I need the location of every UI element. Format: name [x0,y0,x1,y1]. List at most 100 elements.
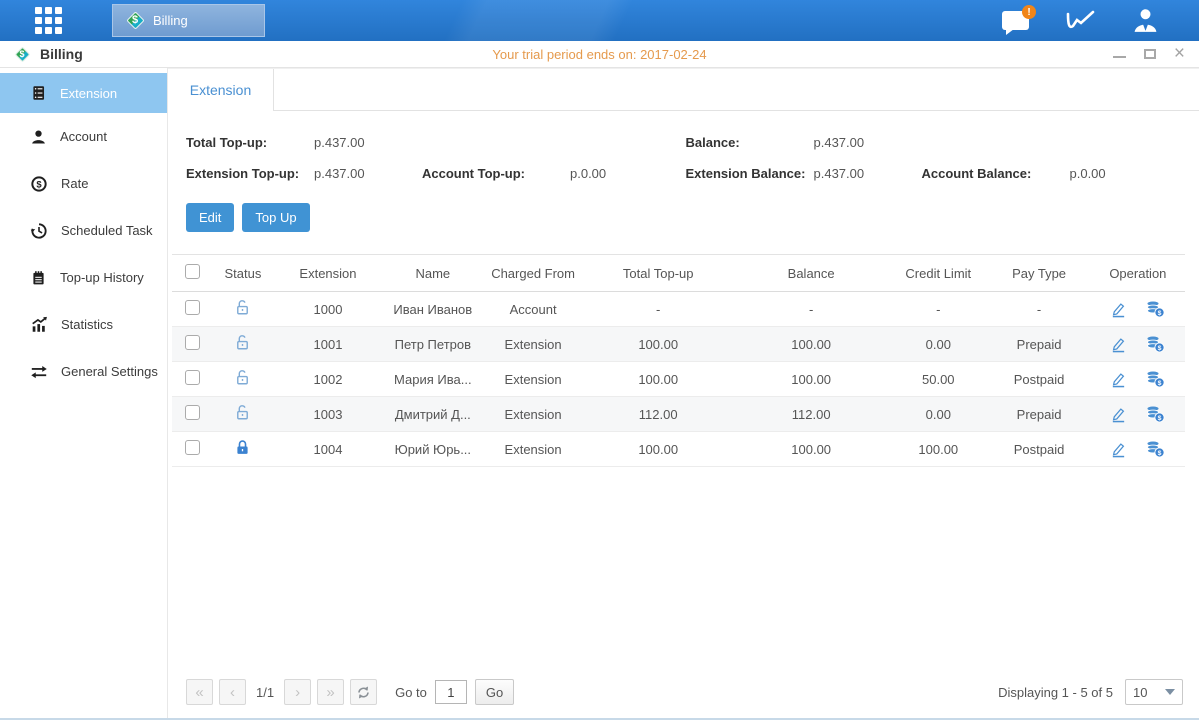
col-balance: Balance [733,255,889,292]
top-up-icon[interactable]: $ [1145,335,1165,353]
row-checkbox[interactable] [185,300,200,315]
next-page-button[interactable]: › [284,679,311,705]
refresh-button[interactable] [350,679,377,705]
notifications-icon[interactable]: ! [1002,11,1029,30]
balance-cell: 100.00 [733,327,889,362]
credit-limit-cell: 50.00 [889,362,987,397]
total-topup-value: p.437.00 [314,127,422,158]
edit-icon[interactable] [1110,370,1127,388]
sidebar-item-topup-history[interactable]: Top-up History [0,254,167,301]
sidebar-item-extension[interactable]: Extension [0,73,167,113]
pay-type-cell: - [987,292,1090,327]
reports-chart-icon[interactable] [1065,8,1096,34]
notification-badge: ! [1022,5,1036,19]
person-icon [1132,7,1159,34]
sidebar-item-scheduled-task[interactable]: Scheduled Task [0,207,167,254]
tab-extension[interactable]: Extension [168,69,274,111]
status-cell [213,397,274,432]
table-row: 1000 Иван Иванов Account - - - - $ [172,292,1185,327]
sidebar-item-label: Scheduled Task [61,223,153,238]
last-page-button[interactable]: » [317,679,344,705]
charged-from-cell: Extension [483,432,583,467]
trial-notice: Your trial period ends on: 2017-02-24 [0,47,1199,62]
taskbar-tab-label: Billing [153,13,188,28]
top-up-icon[interactable]: $ [1145,300,1165,318]
balance-cell: 112.00 [733,397,889,432]
total-topup-cell: 112.00 [583,397,733,432]
top-up-icon[interactable]: $ [1145,405,1165,423]
svg-text:$: $ [1158,310,1162,317]
table-row: 1004 Юрий Юрь... Extension 100.00 100.00… [172,432,1185,467]
pay-type-cell: Prepaid [987,397,1090,432]
displaying-label: Displaying 1 - 5 of 5 [998,685,1113,700]
user-account-icon[interactable] [1132,7,1159,34]
credit-limit-cell: 0.00 [889,327,987,362]
sidebar-item-general-settings[interactable]: General Settings [0,348,167,395]
table-row: 1002 Мария Ива... Extension 100.00 100.0… [172,362,1185,397]
edit-button[interactable]: Edit [186,203,234,232]
col-total-topup: Total Top-up [583,255,733,292]
page-size-select[interactable]: 10 [1125,679,1183,705]
tab-bar: Extension [168,68,1199,111]
app-grid-icon[interactable] [35,7,62,34]
edit-icon[interactable] [1110,440,1127,458]
status-cell [213,362,274,397]
pagination-bar: « ‹ 1/1 › » Go to Go Displaying [168,674,1199,718]
account-topup-value: p.0.00 [570,158,686,189]
person-icon [30,128,47,146]
table-row: 1001 Петр Петров Extension 100.00 100.00… [172,327,1185,362]
charged-from-cell: Account [483,292,583,327]
first-page-button[interactable]: « [186,679,213,705]
goto-page-input[interactable] [435,680,467,704]
sidebar-item-statistics[interactable]: Statistics [0,301,167,348]
chevron-down-icon [1165,689,1175,695]
edit-icon[interactable] [1110,300,1127,318]
minimize-button[interactable] [1113,50,1126,58]
balance-label: Balance: [686,127,814,158]
taskbar-tab-billing[interactable]: $ Billing [112,4,265,37]
col-name: Name [383,255,483,292]
col-pay-type: Pay Type [987,255,1090,292]
select-all-checkbox[interactable] [185,264,200,279]
top-up-button[interactable]: Top Up [242,203,309,232]
extension-balance-label: Extension Balance: [686,158,814,189]
row-checkbox[interactable] [185,335,200,350]
maximize-button[interactable] [1144,49,1156,59]
account-balance-value: p.0.00 [1070,158,1186,189]
total-topup-cell: - [583,292,733,327]
balance-cell: 100.00 [733,362,889,397]
close-button[interactable]: × [1174,47,1185,61]
billing-diamond-icon: $ [125,11,145,31]
charged-from-cell: Extension [483,362,583,397]
row-checkbox[interactable] [185,440,200,455]
lock-closed-icon [234,439,251,456]
total-topup-label: Total Top-up: [186,127,314,158]
extension-topup-value: p.437.00 [314,158,422,189]
extension-cell: 1004 [273,432,382,467]
sidebar-item-label: Rate [61,176,88,191]
sidebar-item-label: Top-up History [60,270,144,285]
sidebar-item-rate[interactable]: $ Rate [0,160,167,207]
pay-type-cell: Prepaid [987,327,1090,362]
top-up-icon[interactable]: $ [1145,370,1165,388]
col-status: Status [213,255,274,292]
dollar-circle-icon: $ [30,175,48,193]
row-checkbox[interactable] [185,370,200,385]
go-button[interactable]: Go [475,679,514,705]
charged-from-cell: Extension [483,397,583,432]
sliders-icon [30,363,48,381]
top-up-icon[interactable]: $ [1145,440,1165,458]
pay-type-cell: Postpaid [987,362,1090,397]
table-row: 1003 Дмитрий Д... Extension 112.00 112.0… [172,397,1185,432]
sidebar-item-label: Account [60,129,107,144]
name-cell: Петр Петров [383,327,483,362]
row-checkbox[interactable] [185,405,200,420]
prev-page-button[interactable]: ‹ [219,679,246,705]
sidebar-item-account[interactable]: Account [0,113,167,160]
col-extension: Extension [273,255,382,292]
top-bar: $ Billing ! [0,0,1199,41]
main-content: Extension Total Top-up: p.437.00 Extensi… [168,68,1199,718]
edit-icon[interactable] [1110,405,1127,423]
ledger-icon [30,84,47,102]
edit-icon[interactable] [1110,335,1127,353]
